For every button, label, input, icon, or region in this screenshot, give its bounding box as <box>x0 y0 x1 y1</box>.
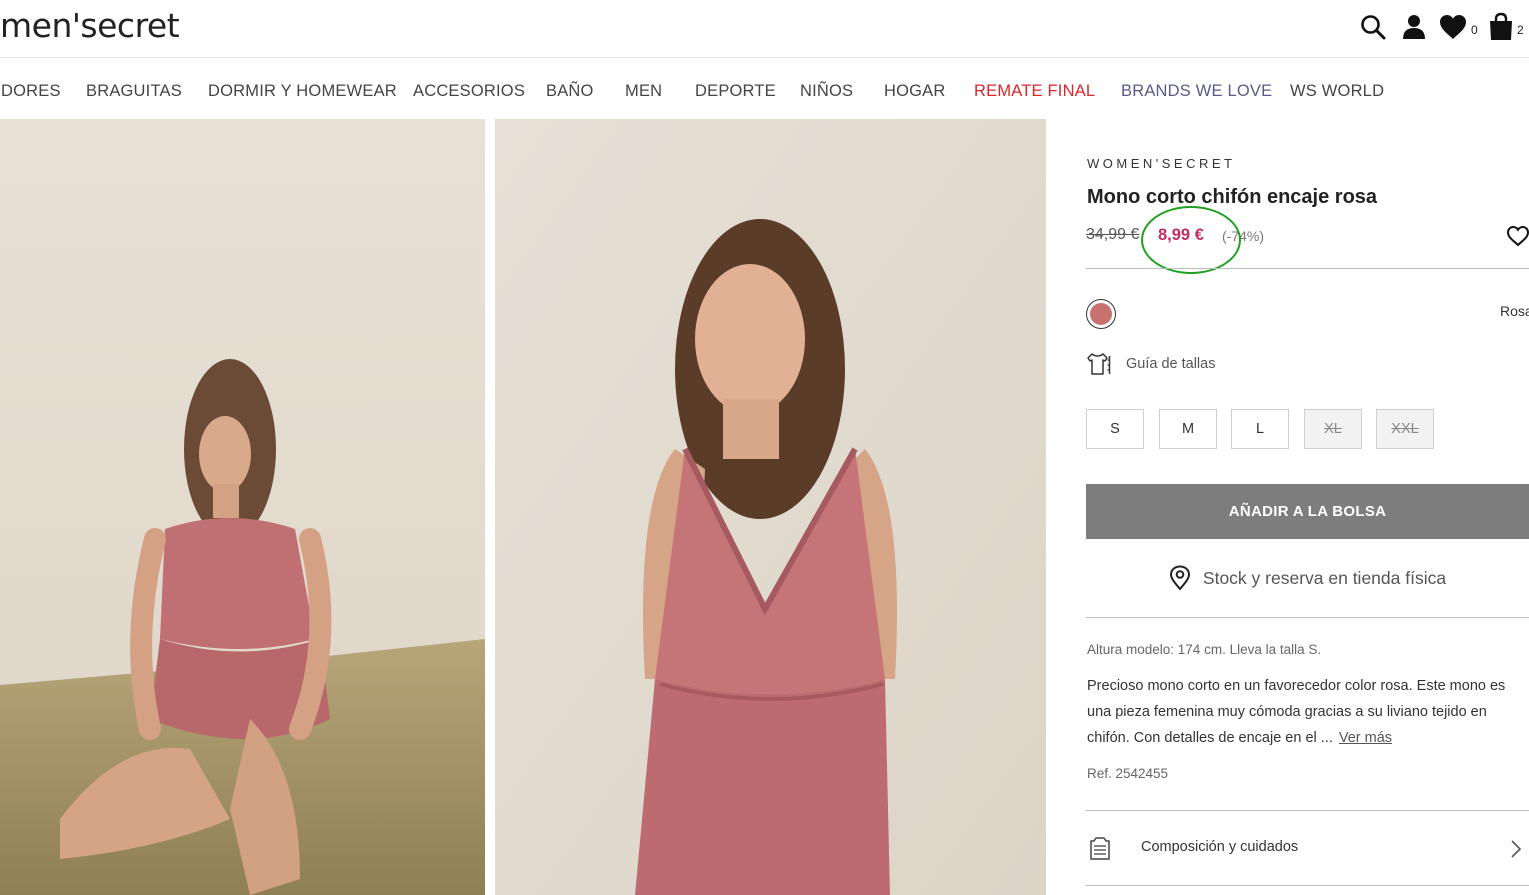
swatch-fill <box>1090 303 1112 325</box>
nav-item-ninos[interactable]: NIÑOS <box>800 82 853 101</box>
category-nav: DORES BRAGUITAS DORMIR Y HOMEWEAR ACCESO… <box>0 60 1529 120</box>
nav-item-men[interactable]: MEN <box>625 82 662 101</box>
product-description: Precioso mono corto en un favorecedor co… <box>1087 673 1529 751</box>
wishlist-count: 0 <box>1471 23 1478 37</box>
description-text: Precioso mono corto en un favorecedor co… <box>1087 678 1506 746</box>
divider <box>1086 268 1529 269</box>
nav-item-brands-we-love[interactable]: BRANDS WE LOVE <box>1121 82 1272 101</box>
size-option-xl[interactable]: XL <box>1304 409 1362 449</box>
product-brand: WOMEN'SECRET <box>1087 156 1236 171</box>
heart-icon <box>1440 15 1466 39</box>
size-option-s[interactable]: S <box>1086 409 1144 449</box>
brand-logo[interactable]: men'secret <box>0 4 180 48</box>
divider <box>1086 617 1529 618</box>
model-info: Altura modelo: 174 cm. Lleva la talla S. <box>1087 642 1322 657</box>
color-swatch-rosa[interactable] <box>1086 299 1116 329</box>
size-guide-link[interactable]: Guía de tallas <box>1086 351 1215 377</box>
product-title: Mono corto chifón encaje rosa <box>1087 186 1378 208</box>
chevron-right-icon <box>1511 840 1522 858</box>
heart-outline-icon <box>1506 225 1529 247</box>
account-icon[interactable] <box>1401 12 1427 42</box>
store-stock-label: Stock y reserva en tienda física <box>1202 567 1447 588</box>
nav-item-deporte[interactable]: DEPORTE <box>695 82 776 101</box>
read-more-link[interactable]: Ver más <box>1339 730 1392 746</box>
clothing-label-icon <box>1090 837 1110 860</box>
site-header: men'secret 0 2 <box>0 0 1529 58</box>
search-icon[interactable] <box>1359 12 1387 42</box>
divider <box>1086 885 1529 886</box>
location-pin-icon <box>1169 565 1190 591</box>
add-to-bag-button[interactable]: AÑADIR A LA BOLSA <box>1086 484 1529 539</box>
size-option-m[interactable]: M <box>1159 409 1217 449</box>
size-option-l[interactable]: L <box>1231 409 1289 449</box>
nav-item-bano[interactable]: BAÑO <box>546 82 594 101</box>
product-photo-seated[interactable] <box>0 119 485 895</box>
store-stock-link[interactable]: Stock y reserva en tienda física <box>1086 562 1529 594</box>
composition-care-accordion[interactable]: Composición y cuidados <box>1086 811 1529 885</box>
bag-header-button[interactable]: 2 <box>1488 12 1524 42</box>
nav-item-braguitas[interactable]: BRAGUITAS <box>86 82 182 101</box>
product-reference: Ref. 2542455 <box>1087 766 1169 781</box>
discount-percentage: (-74%) <box>1222 228 1265 244</box>
composition-label: Composición y cuidados <box>1141 839 1299 855</box>
original-price: 34,99 € <box>1086 226 1140 243</box>
selected-color-name: Rosa <box>1500 303 1529 319</box>
nav-item-ws-world[interactable]: WS WORLD <box>1290 82 1384 101</box>
size-option-xxl[interactable]: XXL <box>1376 409 1434 449</box>
nav-item-dormir-homewear[interactable]: DORMIR Y HOMEWEAR <box>208 82 397 101</box>
nav-item-sujetadores[interactable]: DORES <box>1 82 61 101</box>
bag-count: 2 <box>1517 23 1524 37</box>
shirt-ruler-icon <box>1087 353 1111 375</box>
sale-price: 8,99 € <box>1158 226 1204 244</box>
product-photo-standing[interactable] <box>495 119 1046 895</box>
nav-item-remate-final[interactable]: REMATE FINAL <box>974 82 1095 101</box>
nav-item-hogar[interactable]: HOGAR <box>884 82 946 101</box>
size-guide-label: Guía de tallas <box>1126 356 1216 372</box>
wishlist-header-button[interactable]: 0 <box>1438 12 1478 42</box>
nav-item-accesorios[interactable]: ACCESORIOS <box>413 82 525 101</box>
shopping-bag-icon <box>1490 12 1512 40</box>
add-to-wishlist-button[interactable] <box>1506 225 1529 252</box>
